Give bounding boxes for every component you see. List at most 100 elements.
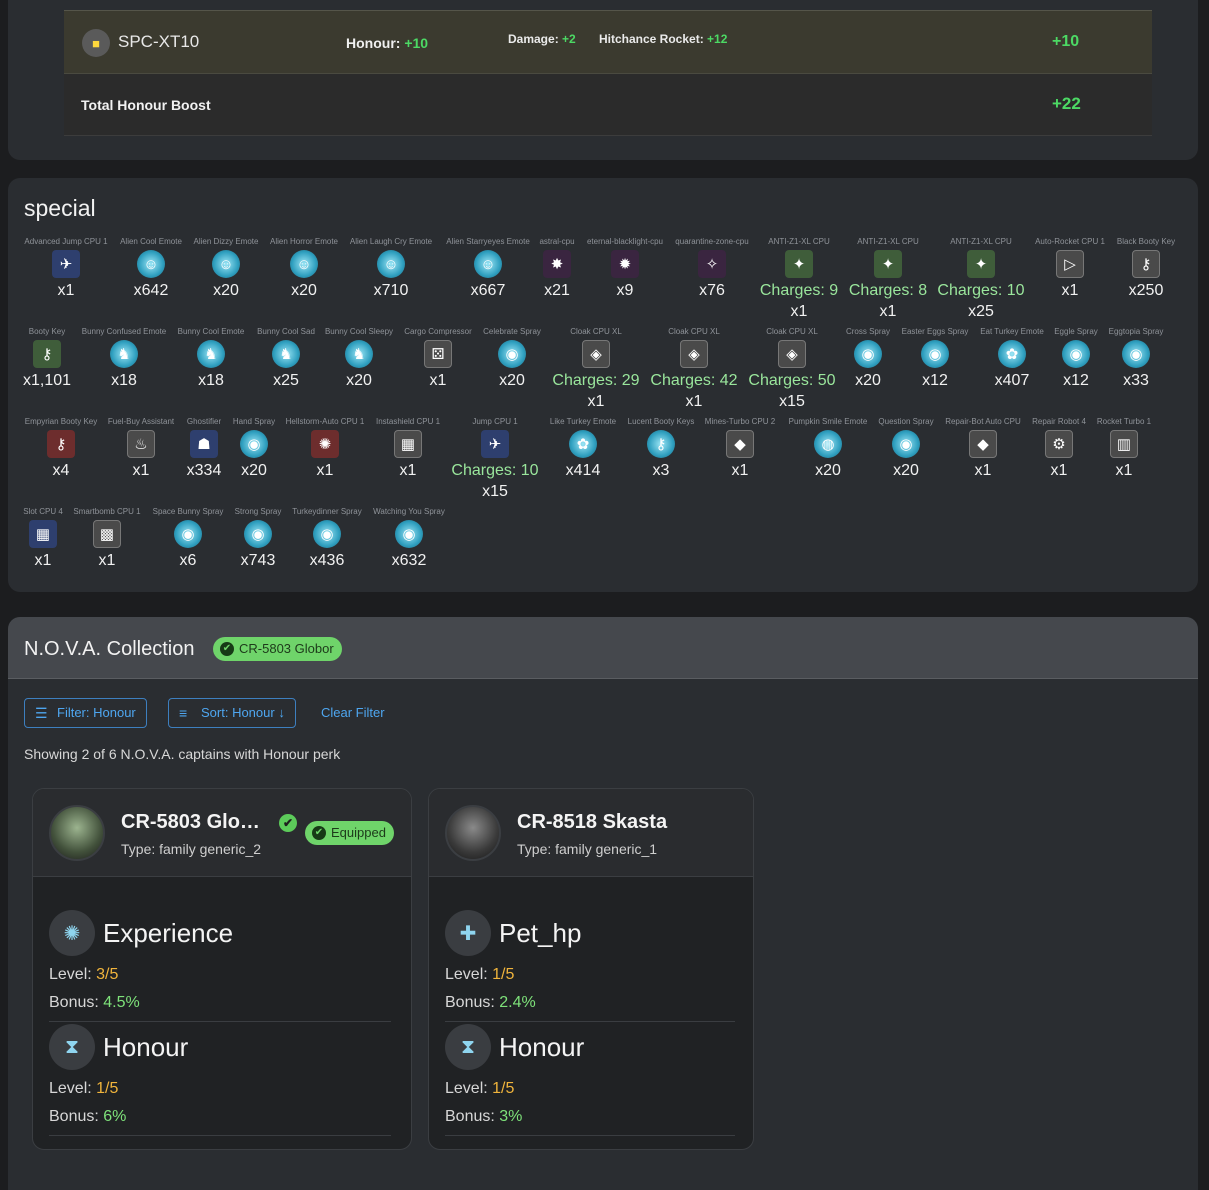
level-label: Level: xyxy=(445,966,488,983)
mines-cpu-icon: ◆ xyxy=(726,430,754,458)
item-label: Rocket Turbo 1 xyxy=(1096,417,1152,426)
hitchance-value: +12 xyxy=(707,32,728,46)
bunny-emote-icon: ♞ xyxy=(345,340,373,368)
perk-name: Pet_hp xyxy=(499,918,582,948)
item-label: Watching You Spray xyxy=(373,507,445,516)
special-item[interactable]: Watching You Spray ◉ x632 xyxy=(349,506,469,596)
pumpkin-emote-icon: ◍ xyxy=(814,430,842,458)
gear-icon: ✺ xyxy=(49,910,95,956)
spray-icon: ◉ xyxy=(892,430,920,458)
item-name: SPC-XT10 xyxy=(118,32,200,51)
alien-emote-icon: ☺ xyxy=(212,250,240,278)
plus-icon: ✚ xyxy=(445,910,491,956)
jump-cpu-icon: ✈ xyxy=(481,430,509,458)
bonus-value: 3% xyxy=(499,1108,523,1125)
anti-z1-cpu-icon: ✦ xyxy=(967,250,995,278)
auto-rocket-cpu-icon: ▷ xyxy=(1056,250,1084,278)
perk-level: Level: 1/5 xyxy=(445,966,514,984)
spray-icon: ◉ xyxy=(313,520,341,548)
sort-label: Sort: Honour ↓ xyxy=(201,705,285,720)
level-label: Level: xyxy=(49,1080,92,1097)
sort-icon: ≡ xyxy=(179,705,188,721)
avatar xyxy=(49,805,105,861)
special-item[interactable]: Black Booty Key ⚷ x250 xyxy=(1086,236,1206,326)
total-honour-label: Total Honour Boost xyxy=(81,97,211,113)
total-honour-value: +22 xyxy=(1052,94,1081,113)
anti-z1-cpu-icon: ✦ xyxy=(874,250,902,278)
level-value: 1/5 xyxy=(96,1080,119,1097)
honour-boost-panel: ■ SPC-XT10 Honour: +10 Damage: +2 Hitcha… xyxy=(8,0,1198,160)
perk-name: Experience xyxy=(103,918,234,948)
level-value: 1/5 xyxy=(492,1080,515,1097)
bonus-value: 6% xyxy=(103,1108,127,1125)
special-item[interactable]: Rocket Turbo 1 ▥ x1 xyxy=(1064,416,1184,506)
filter-button[interactable]: ☰ Filter: Honour xyxy=(24,698,147,728)
cloak-cpu-icon: ◈ xyxy=(582,340,610,368)
level-value: 1/5 xyxy=(492,966,515,983)
filter-label: Filter: Honour xyxy=(57,705,136,720)
bunny-emote-icon: ♞ xyxy=(110,340,138,368)
perk-level: Level: 1/5 xyxy=(445,1080,514,1098)
damage-stat: Damage: +2 xyxy=(508,32,576,46)
boost-item-row: ■ SPC-XT10 Honour: +10 Damage: +2 Hitcha… xyxy=(64,10,1152,74)
hitchance-stat: Hitchance Rocket: +12 xyxy=(599,32,727,46)
divider xyxy=(49,1021,391,1022)
honour-perk: Honour: +10 xyxy=(346,35,428,51)
divider xyxy=(445,1135,735,1136)
clear-filter-link[interactable]: Clear Filter xyxy=(321,705,385,720)
bonus-label: Bonus: xyxy=(445,1108,495,1125)
alien-emote-icon: ☺ xyxy=(290,250,318,278)
honour-icon: ⧗ xyxy=(445,1024,491,1070)
black-key-icon: ⚷ xyxy=(1132,250,1160,278)
repair-cpu-icon: ◆ xyxy=(969,430,997,458)
alien-emote-icon: ☺ xyxy=(137,250,165,278)
bonus-value: 4.5% xyxy=(103,994,140,1011)
damage-label: Damage: xyxy=(508,32,559,46)
special-item[interactable]: Eggtopia Spray ◉ x33 xyxy=(1076,326,1196,416)
sort-button[interactable]: ≡ Sort: Honour ↓ xyxy=(168,698,296,728)
equipped-badge-label: Equipped xyxy=(331,825,386,840)
cloak-cpu-icon: ◈ xyxy=(680,340,708,368)
perk-level: Level: 1/5 xyxy=(49,1080,118,1098)
perk-bonus: Bonus: 2.4% xyxy=(445,994,536,1012)
hitchance-label: Hitchance Rocket: xyxy=(599,32,704,46)
check-icon: ✔ xyxy=(312,826,326,840)
damage-value: +2 xyxy=(562,32,576,46)
empyrian-key-icon: ⚷ xyxy=(47,430,75,458)
item-count: x250 xyxy=(1128,282,1164,299)
turkey-emote-icon: ✿ xyxy=(569,430,597,458)
captain-name: CR-8518 Skasta xyxy=(517,811,668,833)
equipped-captain-chip: ✔ CR-5803 Globor xyxy=(213,637,342,661)
instashield-cpu-icon: ▦ xyxy=(394,430,422,458)
equipped-chip-label: CR-5803 Globor xyxy=(239,641,334,656)
honour-icon: ⧗ xyxy=(49,1024,95,1070)
bonus-label: Bonus: xyxy=(445,994,495,1011)
divider xyxy=(445,1021,735,1022)
row-honour-total: +10 xyxy=(1052,33,1080,50)
captain-type: Type: family generic_1 xyxy=(517,841,658,857)
avatar xyxy=(445,805,501,861)
item-label: Eggtopia Spray xyxy=(1108,327,1164,336)
perk-level: Level: 3/5 xyxy=(49,966,118,984)
item-icon: ■ xyxy=(82,29,110,57)
nova-header: N.O.V.A. Collection ✔ CR-5803 Globor xyxy=(8,617,1198,679)
perk-bonus: Bonus: 3% xyxy=(445,1108,522,1126)
level-label: Level: xyxy=(445,1080,488,1097)
item-count: x1 xyxy=(1115,462,1133,479)
captain-card-header: CR-5803 Glo… ✔ ✔ Equipped Type: family ge… xyxy=(33,789,411,877)
nova-title: N.O.V.A. Collection xyxy=(24,638,195,660)
spray-icon: ◉ xyxy=(921,340,949,368)
equipped-check-icon: ✔ xyxy=(279,814,297,832)
divider xyxy=(49,1135,391,1136)
results-summary: Showing 2 of 6 N.O.V.A. captains with Ho… xyxy=(24,746,341,762)
spray-icon: ◉ xyxy=(240,430,268,458)
item-label: Black Booty Key xyxy=(1116,237,1176,246)
booty-key-icon: ⚷ xyxy=(33,340,61,368)
quarantine-cpu-icon: ✧ xyxy=(698,250,726,278)
captain-card[interactable]: CR-8518 Skasta Type: family generic_1 ✚ … xyxy=(428,788,754,1150)
bonus-value: 2.4% xyxy=(499,994,536,1011)
captain-card-header: CR-8518 Skasta Type: family generic_1 xyxy=(429,789,753,877)
equipped-badge: ✔ Equipped xyxy=(305,821,394,845)
captain-card[interactable]: CR-5803 Glo… ✔ ✔ Equipped Type: family ge… xyxy=(32,788,412,1150)
special-items-panel: special Advanced Jump CPU 1 ✈ x1 Alien Cool… xyxy=(8,178,1198,592)
